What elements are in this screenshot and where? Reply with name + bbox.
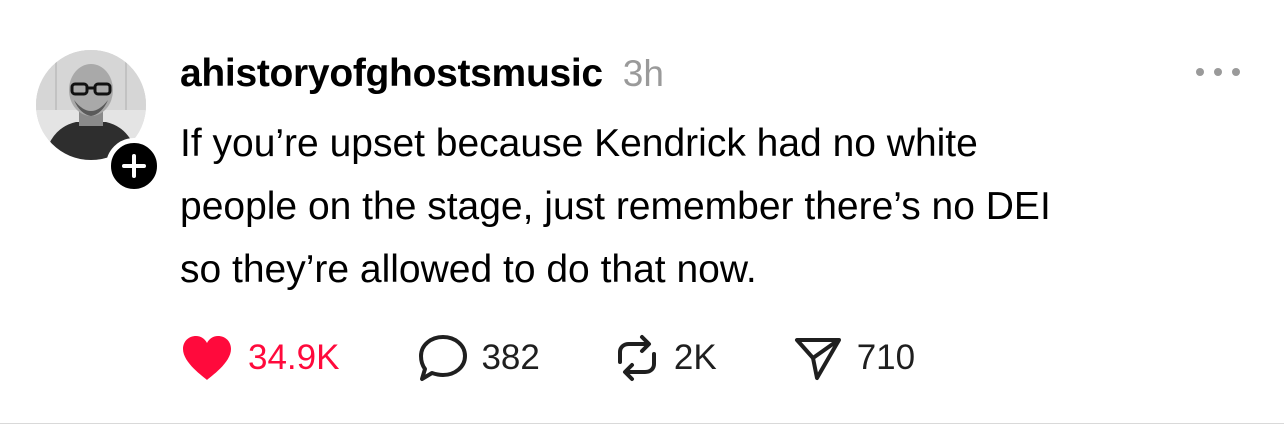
timestamp: 3h bbox=[622, 53, 664, 94]
post-body-line: If you’re upset because Kendrick had no … bbox=[180, 122, 978, 165]
share-count: 710 bbox=[856, 338, 916, 377]
post-divider bbox=[0, 423, 1284, 424]
repost-count: 2K bbox=[673, 338, 717, 377]
post-body-line: people on the stage, just remember there… bbox=[180, 185, 1051, 228]
more-horizontal-icon bbox=[1196, 68, 1204, 76]
comment-icon bbox=[419, 335, 468, 381]
plus-icon bbox=[122, 154, 146, 178]
action-bar: 34.9K 382 2K 710 bbox=[180, 330, 915, 386]
post-body: If you’re upset because Kendrick had no … bbox=[180, 112, 1240, 301]
more-options-button[interactable] bbox=[1196, 60, 1240, 84]
post-header: ahistoryofghostsmusic 3h bbox=[180, 52, 664, 96]
post-body-line: so they’re allowed to do that now. bbox=[180, 248, 757, 291]
reply-button[interactable]: 382 bbox=[417, 333, 540, 383]
avatar-container bbox=[36, 50, 162, 194]
follow-button[interactable] bbox=[106, 138, 162, 194]
thread-post: ahistoryofghostsmusic 3h If you’re upset… bbox=[0, 0, 1284, 423]
username-link[interactable]: ahistoryofghostsmusic bbox=[180, 52, 603, 96]
share-button[interactable]: 710 bbox=[793, 334, 915, 382]
like-count: 34.9K bbox=[248, 338, 340, 377]
repost-button[interactable]: 2K bbox=[612, 334, 717, 382]
reply-count: 382 bbox=[481, 338, 540, 377]
send-icon bbox=[794, 338, 841, 380]
repost-icon bbox=[617, 335, 656, 381]
heart-icon bbox=[183, 336, 231, 380]
like-button[interactable]: 34.9K bbox=[180, 334, 339, 382]
